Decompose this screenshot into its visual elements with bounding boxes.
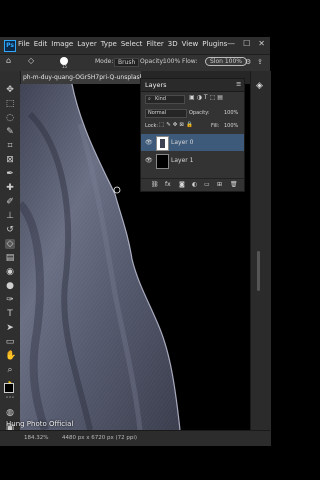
flow-label: Flow:: [182, 58, 198, 65]
menu-layer[interactable]: Layer: [77, 40, 97, 48]
opacity-value[interactable]: 100%: [163, 58, 180, 65]
menu-bar: Ps File Edit Image Layer Type Select Fil…: [0, 37, 270, 55]
layers-footer: ⛓ fx ◙ ◐ ▭ ⊞ 🗑: [141, 178, 244, 191]
lock-icons[interactable]: ⬚✎✥⊠🔒: [159, 122, 195, 128]
window-controls: — ☐ ✕: [227, 39, 265, 48]
menu-items: File Edit Image Layer Type Select Filter…: [18, 40, 227, 48]
link-icon[interactable]: ⛓: [151, 181, 159, 188]
menu-3d[interactable]: 3D: [168, 40, 178, 48]
lock-label: Lock:: [145, 123, 159, 129]
layer-name: Layer 0: [171, 139, 194, 146]
visibility-eye-icon[interactable]: 👁: [145, 157, 153, 164]
opacity-label: Opacity:: [140, 58, 165, 65]
blend-mode-select[interactable]: Normal: [145, 109, 187, 118]
layer-opacity-label: Opacity:: [189, 110, 210, 116]
foreground-color-swatch[interactable]: [4, 383, 14, 393]
marquee-tool-icon[interactable]: ⬚: [5, 99, 15, 109]
mode-label: Mode:: [95, 58, 114, 65]
document-info: 4480 px x 6720 px (72 ppi): [62, 435, 138, 441]
zoom-level[interactable]: 184.32%: [24, 435, 48, 441]
history-brush-tool-icon[interactable]: ↺: [5, 225, 15, 235]
eyedropper-tool-icon[interactable]: ✒: [5, 169, 15, 179]
close-button[interactable]: ✕: [258, 39, 265, 48]
search-icon: ⌕: [148, 96, 151, 102]
gradient-tool-icon[interactable]: ▤: [5, 253, 15, 263]
tools-panel: ✥ ⬚ ◌ ✎ ⌗ ⊠ ✒ ✚ ✐ ⊥ ↺ ◇ ▤ ◉ ● ✑ T ➤ ▭ ✋ …: [0, 71, 21, 446]
clone-stamp-tool-icon[interactable]: ⊥: [5, 211, 15, 221]
visibility-eye-icon[interactable]: 👁: [145, 139, 153, 146]
blur-tool-icon[interactable]: ◉: [5, 267, 15, 277]
kind-label: Kind: [155, 96, 167, 102]
layer-name: Layer 1: [171, 157, 194, 164]
quick-select-tool-icon[interactable]: ✎: [5, 127, 15, 137]
shape-tool-icon[interactable]: ▭: [5, 337, 15, 347]
right-dock: ◈: [250, 71, 271, 446]
more-tools-icon[interactable]: ⋯: [5, 393, 15, 403]
fill-value[interactable]: 100%: [224, 123, 238, 129]
adjustment-icon[interactable]: ◐: [192, 181, 197, 188]
menu-filter[interactable]: Filter: [146, 40, 163, 48]
layers-panel-title: Layers: [145, 81, 167, 89]
type-tool-icon[interactable]: T: [5, 309, 15, 319]
options-bar: ⌂ ◇ 15 Mode: Brush Opacity: 100% Flow: S…: [0, 55, 270, 72]
settings-icon[interactable]: ⚙: [245, 58, 251, 66]
eraser-tool-icon[interactable]: ◇: [28, 56, 34, 65]
maximize-button[interactable]: ☐: [243, 39, 250, 48]
layers-dock-icon[interactable]: ◈: [256, 81, 263, 91]
new-layer-icon[interactable]: ⊞: [217, 181, 222, 188]
filter-icons[interactable]: ▣◑T⬚▤: [189, 94, 225, 101]
move-tool-icon[interactable]: ✥: [5, 85, 15, 95]
minimize-button[interactable]: —: [227, 39, 235, 48]
layers-panel: Layers ≡ ⌕ Kind ▣◑T⬚▤ Normal Opacity: 10…: [140, 78, 245, 192]
flow-pill[interactable]: Slon 100%: [205, 57, 248, 66]
layer-row-1[interactable]: 👁 Layer 1: [141, 152, 244, 169]
group-icon[interactable]: ▭: [204, 181, 210, 188]
frame-tool-icon[interactable]: ⊠: [5, 155, 15, 165]
document-tab[interactable]: ph-m-duy-quang-OGr5H7pri-Q-unsplash.jpg …: [20, 71, 141, 84]
fill-label: Fill:: [211, 123, 220, 129]
menu-select[interactable]: Select: [121, 40, 143, 48]
mode-select[interactable]: Brush: [114, 58, 140, 67]
hand-tool-icon[interactable]: ✋: [5, 351, 16, 361]
layer-thumbnail: [156, 136, 169, 151]
brush-cursor-icon: [113, 186, 121, 194]
zoom-tool-icon[interactable]: ⌕: [5, 365, 15, 375]
trash-icon[interactable]: 🗑: [230, 181, 238, 188]
scrollbar[interactable]: [257, 251, 260, 291]
status-bar: 184.32% 4480 px x 6720 px (72 ppi) Hung …: [0, 420, 270, 447]
crop-tool-icon[interactable]: ⌗: [5, 141, 15, 151]
layer-thumbnail: [156, 154, 169, 169]
pen-tool-icon[interactable]: ✑: [5, 295, 15, 305]
menu-plugins[interactable]: Plugins: [202, 40, 227, 48]
healing-tool-icon[interactable]: ✚: [5, 183, 15, 193]
lasso-tool-icon[interactable]: ◌: [5, 113, 15, 123]
blend-mode-value: Normal: [148, 110, 167, 116]
dodge-tool-icon[interactable]: ●: [5, 281, 15, 291]
brush-size: 15: [62, 64, 68, 69]
menu-view[interactable]: View: [182, 40, 199, 48]
path-select-tool-icon[interactable]: ➤: [5, 323, 15, 333]
watermark: Hung Photo Official: [6, 420, 74, 428]
brush-tool-icon[interactable]: ✐: [5, 197, 15, 207]
layers-panel-header: Layers ≡: [141, 79, 244, 92]
share-icon[interactable]: ⇪: [257, 58, 263, 66]
layer-opacity-value[interactable]: 100%: [224, 110, 238, 116]
fx-icon[interactable]: fx: [165, 181, 171, 188]
menu-image[interactable]: Image: [51, 40, 73, 48]
mask-icon[interactable]: ◙: [179, 181, 185, 188]
menu-edit[interactable]: Edit: [34, 40, 48, 48]
kind-filter-select[interactable]: ⌕ Kind: [145, 95, 185, 104]
quick-mask-icon[interactable]: ◍: [5, 408, 15, 418]
bottom-black-area: [0, 446, 270, 480]
layer-row-0[interactable]: 👁 Layer 0: [141, 134, 244, 151]
panel-menu-icon[interactable]: ≡: [236, 80, 241, 88]
menu-type[interactable]: Type: [101, 40, 117, 48]
menu-file[interactable]: File: [18, 40, 30, 48]
photoshop-logo: Ps: [4, 40, 16, 52]
eraser-tool-active-icon[interactable]: ◇: [5, 239, 15, 249]
home-icon[interactable]: ⌂: [6, 56, 11, 65]
